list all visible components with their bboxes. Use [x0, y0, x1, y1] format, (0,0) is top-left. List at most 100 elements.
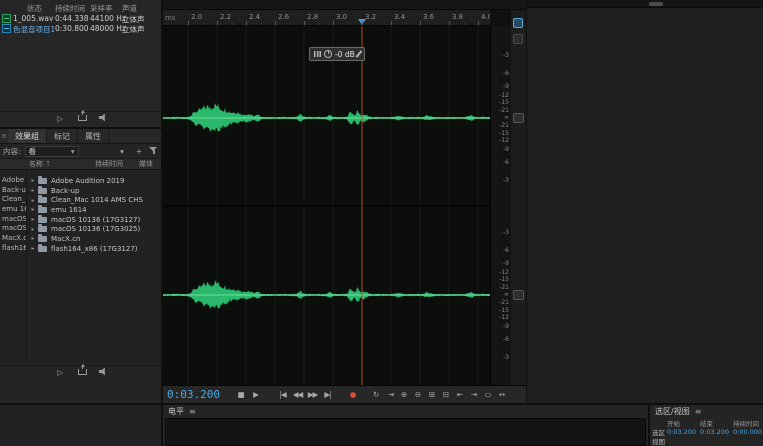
- level-meter: [165, 418, 646, 446]
- db-label: -15: [499, 130, 509, 138]
- media-item-label: flash164_x86 (17G3127): [51, 244, 138, 253]
- fast-forward-button[interactable]: ▶▶: [306, 388, 319, 401]
- timeline-ruler[interactable]: ms 2.0 2.2 2.4 2.6 2.8 3.0 3.2 3.4 3.6 3.8 4.0: [163, 10, 490, 26]
- filter-icon[interactable]: [513, 34, 523, 44]
- skip-selection-button[interactable]: ⇥: [384, 388, 397, 401]
- volume-hud[interactable]: -0 dB: [309, 47, 365, 61]
- db-scale-ruler[interactable]: -3 -3 -6 -6 -9 -9 -12 -12 -15 -15 -21 -21 ∞ -3 -3 -6 -6-…: [490, 26, 511, 385]
- column-status[interactable]: 状态: [27, 3, 42, 14]
- ruler-tick: [391, 21, 392, 25]
- media-browser-item[interactable]: ▸ flash164_x86 (17G3127): [27, 243, 161, 254]
- tree-strip-item[interactable]: emu 1614: [0, 205, 26, 215]
- zoom-to-in-point-button[interactable]: ⇤: [453, 388, 466, 401]
- play-button[interactable]: ▶: [249, 388, 262, 401]
- tree-strip-item[interactable]: Back-up: [0, 186, 26, 196]
- selection-table: 开始 结束 持续时间 选区 0:03.200 0:03.200 0:00.000 视图: [652, 418, 763, 446]
- skip-to-start-button[interactable]: |◀: [276, 388, 289, 401]
- column-sample-rate[interactable]: 采样率: [90, 3, 113, 14]
- ruler-minor-tick: [202, 23, 204, 25]
- db-label: -12: [499, 313, 509, 321]
- zoom-out-full-button[interactable]: ↔: [495, 388, 508, 401]
- ruler-minor-tick: [405, 23, 407, 25]
- tab-label: 标记: [54, 131, 70, 141]
- add-shortcut-button[interactable]: +: [132, 145, 145, 158]
- media-browser-item[interactable]: ▸ Clean_Mac 1014 AMS CHS: [27, 195, 161, 205]
- zoom-to-selection-button[interactable]: ▭: [481, 388, 494, 401]
- box-up-arrow-button[interactable]: [78, 364, 87, 377]
- tree-strip-item[interactable]: Clean_Mac 1014 AMS CHS: [0, 195, 26, 205]
- zoom-to-out-point-button[interactable]: ⇥: [467, 388, 480, 401]
- column-duration[interactable]: 持续时间: [95, 159, 139, 169]
- panel-menu-icon[interactable]: ≡: [189, 407, 196, 416]
- volume-knob-icon[interactable]: [324, 50, 332, 58]
- media-browser-list: ▸ Adobe Audition 2019 ▸ Back-up ▸ Clean_Mac 1…: [27, 171, 161, 363]
- column-name[interactable]: 名称 ↑: [0, 159, 95, 169]
- tree-strip-item[interactable]: Adobe Audition 2019: [0, 176, 26, 186]
- tab-properties[interactable]: 属性: [78, 129, 109, 143]
- pencil-icon[interactable]: [355, 50, 363, 58]
- db-label: -9: [503, 322, 509, 330]
- tree-strip-item[interactable]: macOS 10136 (17G3127): [0, 215, 26, 225]
- ruler-tick-label: 3.2: [365, 13, 377, 21]
- zoom-in-button[interactable]: ⊕: [397, 388, 410, 401]
- waveform-display[interactable]: -0 dB: [163, 26, 490, 385]
- zoom-in-horizontal-button[interactable]: ⊞: [425, 388, 438, 401]
- tab-markers[interactable]: 标记: [47, 129, 78, 143]
- db-label: -6: [503, 70, 509, 78]
- channel-left-button[interactable]: [513, 113, 524, 123]
- content-dropdown[interactable]: 看 ▾: [24, 145, 79, 157]
- selection-view-panel: 选区/视图 ≡ 开始 结束 持续时间 选区 0:03.200 0:03.200 0:00.0…: [650, 405, 763, 446]
- tree-strip-item[interactable]: MacX.cn: [0, 234, 26, 244]
- column-media[interactable]: 媒体: [139, 159, 161, 169]
- loop-playback-button[interactable]: ↻: [369, 388, 382, 401]
- channel-right-button[interactable]: [513, 290, 524, 300]
- media-browser-item[interactable]: ▸ Back-up: [27, 185, 161, 196]
- duration-value[interactable]: 0:00.000: [733, 428, 763, 436]
- ruler-tick-label: 3.0: [336, 13, 348, 21]
- blue-marker-icon[interactable]: [513, 18, 523, 28]
- tree-strip-item[interactable]: macOS 10136 (17G3025): [0, 224, 26, 234]
- panel-menu-icon[interactable]: ≡: [695, 407, 702, 416]
- media-item-label: Clean_Mac 1014 AMS CHS: [51, 196, 143, 205]
- panel-tab-bar: ≡ 效果组 标记 属性: [0, 129, 161, 144]
- start-value[interactable]: 0:03.200: [667, 428, 700, 436]
- tree-strip-item[interactable]: flash164_x86 (17G3127): [0, 244, 26, 254]
- zoom-out-horizontal-button[interactable]: ⊟: [439, 388, 452, 401]
- ruler-minor-tick: [463, 23, 465, 25]
- timecode-display[interactable]: 0:03.200: [167, 388, 220, 401]
- ruler-tick-label: 2.2: [220, 13, 232, 21]
- content-label: 内容:: [3, 146, 21, 156]
- record-button[interactable]: ●: [346, 388, 359, 401]
- zoom-out-button[interactable]: ⊖: [411, 388, 424, 401]
- box-up-arrow-button[interactable]: [78, 110, 87, 123]
- speaker-button[interactable]: [99, 367, 108, 378]
- column-channels[interactable]: 声道: [122, 3, 137, 14]
- play-outline-button[interactable]: ▷: [53, 112, 66, 125]
- column-duration[interactable]: 持续时间: [55, 3, 85, 14]
- ruler-tick: [275, 21, 276, 25]
- file-row[interactable]: 1_005.wav 0:44.338 44100 Hz 立体声: [0, 14, 161, 24]
- dropdown-caret-button[interactable]: ▾: [115, 145, 128, 158]
- media-browser-item[interactable]: ▸ macOS 10136 (17G3025): [27, 224, 161, 234]
- levels-title: 电平: [168, 406, 184, 416]
- stop-button[interactable]: ■: [234, 388, 247, 401]
- speaker-button[interactable]: [99, 113, 108, 124]
- filter-button[interactable]: [149, 146, 158, 157]
- media-browser-item[interactable]: ▸ macOS 10136 (17G3127): [27, 214, 161, 225]
- chevron-right-icon: ▸: [31, 206, 35, 214]
- panel-grip-icon[interactable]: [649, 2, 663, 6]
- db-label: -3: [503, 176, 509, 184]
- media-browser-item[interactable]: ▸ Adobe Audition 2019: [27, 176, 161, 186]
- rewind-button[interactable]: ◀◀: [291, 388, 304, 401]
- end-value[interactable]: 0:03.200: [700, 428, 733, 436]
- selection-panel-header: 选区/视图 ≡: [650, 405, 763, 417]
- media-browser-item[interactable]: ▸ emu 1614: [27, 205, 161, 215]
- skip-to-end-button[interactable]: ▶|: [321, 388, 334, 401]
- file-row[interactable]: 色混音项目1.sesx0:30.80048000 Hz立体声: [0, 24, 161, 34]
- folder-icon: [38, 205, 47, 213]
- panel-menu-icon[interactable]: ≡: [0, 129, 8, 143]
- media-browser-item[interactable]: ▸ MacX.cn: [27, 234, 161, 244]
- tab-effects-rack[interactable]: 效果组: [8, 129, 47, 143]
- ruler-tick: [362, 21, 363, 25]
- play-outline-button[interactable]: ▷: [53, 366, 66, 379]
